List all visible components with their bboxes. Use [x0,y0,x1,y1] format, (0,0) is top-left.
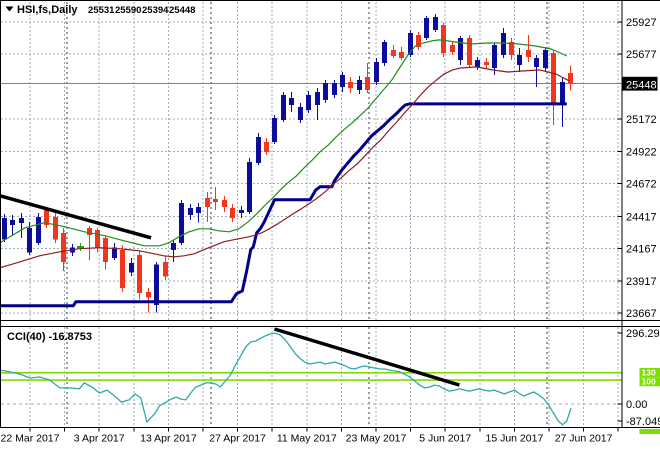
price-axis-label: 23667 [626,308,657,320]
candle [53,216,58,240]
candle [10,219,15,225]
candle [441,24,446,53]
candle [534,57,539,67]
candle [458,37,463,60]
time-axis-label: 23 May 2017 [346,433,407,445]
time-axis-label: 27 Apr 2017 [209,433,266,445]
price-axis-label: 23917 [626,276,657,288]
cci-plot-area[interactable] [1,327,621,427]
candle [526,49,531,57]
candle [2,217,7,240]
candle [323,82,328,100]
time-axis-label: 3 Apr 2017 [74,433,125,445]
candle [222,199,227,207]
candle [230,207,235,218]
level-tag-100-text: 100 [642,377,656,387]
candle [365,76,370,90]
candle [87,227,92,235]
candle [568,72,573,84]
candle [196,206,201,213]
candle [205,197,210,207]
candle [357,79,362,90]
price-axis-label: 25927 [626,17,657,29]
candle [239,209,244,213]
candle [103,237,108,262]
time-axis-label: 11 May 2017 [277,433,337,445]
time-axis-label: 5 Jun 2017 [419,433,471,445]
candle [382,41,387,63]
candle [560,81,565,103]
quote-close: 25448 [169,5,195,16]
candle [348,81,353,88]
candle [188,207,193,215]
candle [146,291,151,298]
candle [391,49,396,56]
cci-indicator-label: CCI(40) -16.8753 [7,331,92,343]
candle [374,61,379,82]
cci-min-label: -87.0498 [626,416,660,428]
candle [289,97,294,105]
clipped-level-tag [639,429,660,434]
price-axis-label: 24417 [626,211,657,223]
quote-high: 25590 [115,5,141,16]
candle [154,264,159,305]
candle [171,242,176,250]
candle [272,117,277,142]
candle [27,227,32,253]
candle [424,18,429,38]
candle [137,254,142,293]
candle [281,94,286,120]
candle [492,44,497,68]
candle [163,261,168,277]
candle [484,61,489,65]
candle [264,141,269,152]
candle [95,229,100,248]
candle [340,74,345,87]
candle [475,59,480,67]
symbol-title: HSI,fs,Daily [17,4,78,16]
candle [19,217,24,223]
price-axis-label: 24672 [626,179,657,191]
cci-max-label: 296.2986 [626,328,660,340]
candle [399,52,404,58]
candle [129,262,134,273]
price-axis-label: 25172 [626,114,657,126]
candle [36,216,41,243]
quote-low: 25394 [142,5,169,16]
candle [247,161,252,212]
quote-open: 25531 [88,5,115,16]
candle [433,16,438,30]
candle [306,94,311,110]
time-axis-label: 15 Jun 2017 [485,433,543,445]
price-axis-label: 24167 [626,244,657,256]
time-axis-label: 13 Apr 2017 [140,433,197,445]
candle [61,232,66,262]
candle [517,54,522,65]
candle [467,37,472,65]
current-price-tag-text: 25448 [626,79,657,91]
candle [543,49,548,68]
candle [315,91,320,105]
candle [450,44,455,53]
candle [112,247,117,258]
time-axis-label: 22 Mar 2017 [1,433,60,445]
price-axis-label: 24922 [626,146,657,158]
mt4-chart-window: 25927 25677 25172 24922 24672 24417 24167 23917… [0,0,660,450]
candle [120,249,125,288]
candle [501,32,506,55]
candle [256,136,261,163]
price-axis-label: 25677 [626,49,657,61]
candle [551,52,556,103]
candle [213,198,218,202]
candle [332,82,337,95]
candle [298,106,303,120]
cci-zero-label: 0.00 [626,399,647,411]
time-axis-label: 27 Jun 2017 [555,433,613,445]
